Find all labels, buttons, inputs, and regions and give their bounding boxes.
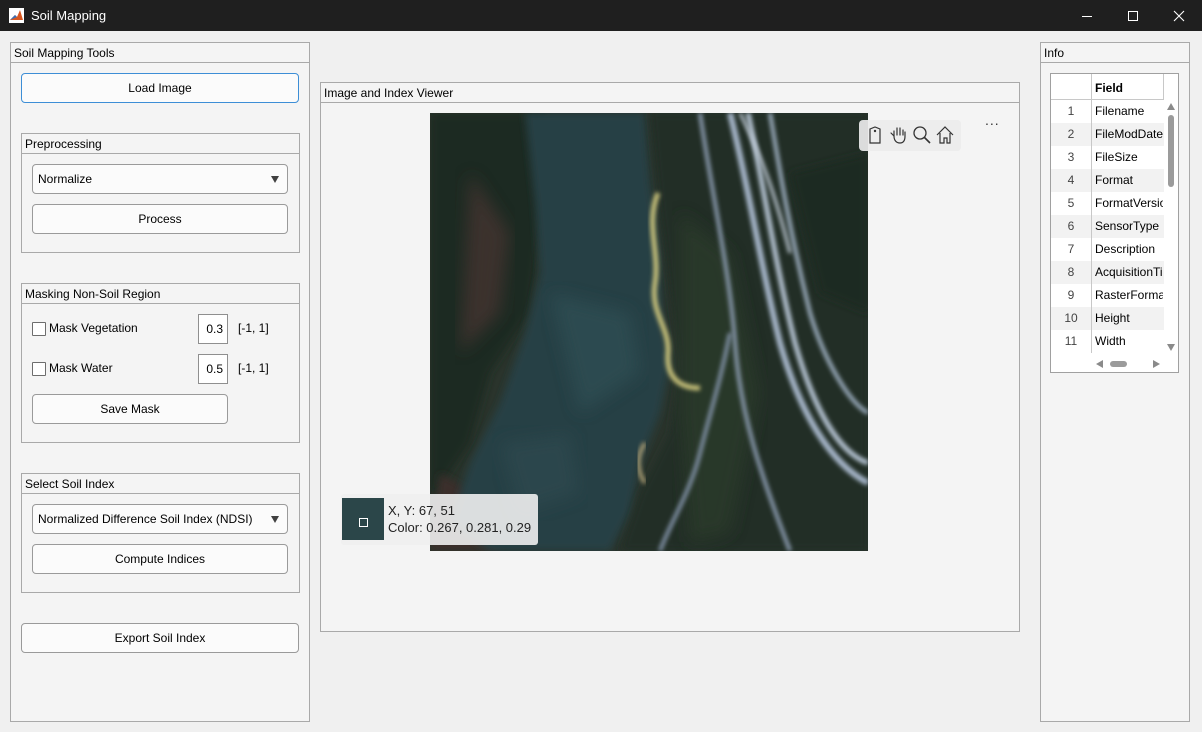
mask-vegetation-label: Mask Vegetation xyxy=(49,321,138,335)
datatip-xy: X, Y: 67, 51 xyxy=(388,503,455,518)
scroll-down-icon[interactable] xyxy=(1167,344,1175,351)
select-soil-index-title: Select Soil Index xyxy=(22,474,299,494)
info-panel-title: Info xyxy=(1041,43,1189,63)
field-column-header[interactable]: Field xyxy=(1092,74,1164,100)
vegetation-range-label: [-1, 1] xyxy=(238,321,269,335)
satellite-image[interactable] xyxy=(430,113,868,551)
field-cell[interactable]: FileModDate xyxy=(1095,123,1163,146)
close-button[interactable] xyxy=(1156,0,1202,31)
table-row[interactable]: 3 FileSize xyxy=(1051,146,1164,169)
field-cell[interactable]: Height xyxy=(1095,307,1163,330)
zoom-icon[interactable] xyxy=(911,124,933,146)
compute-indices-button[interactable]: Compute Indices xyxy=(32,544,288,574)
export-soil-index-button[interactable]: Export Soil Index xyxy=(21,623,299,653)
datatip-color: Color: 0.267, 0.281, 0.29 xyxy=(388,520,532,535)
vertical-scroll-thumb[interactable] xyxy=(1168,115,1174,187)
masking-panel: Masking Non-Soil Region Mask Vegetation … xyxy=(21,283,300,443)
field-cell[interactable]: FileSize xyxy=(1095,146,1163,169)
row-number: 9 xyxy=(1051,284,1092,307)
preprocessing-panel: Preprocessing Normalize Process xyxy=(21,133,300,253)
soil-index-dropdown[interactable]: Normalized Difference Soil Index (NDSI) xyxy=(32,504,288,534)
row-number: 10 xyxy=(1051,307,1092,330)
table-row[interactable]: 7 Description xyxy=(1051,238,1164,261)
maximize-icon xyxy=(1128,10,1138,21)
info-table[interactable]: Field 1 Filename 2 FileModDate 3 FileSize 4 For… xyxy=(1050,73,1179,373)
row-number: 7 xyxy=(1051,238,1092,261)
horizontal-scroll-thumb[interactable] xyxy=(1110,361,1127,367)
tag-icon[interactable] xyxy=(865,124,887,146)
close-icon xyxy=(1173,10,1185,21)
field-cell[interactable]: Filename xyxy=(1095,100,1163,123)
water-range-label: [-1, 1] xyxy=(238,361,269,375)
preprocessing-panel-title: Preprocessing xyxy=(22,134,299,154)
minimize-button[interactable] xyxy=(1064,0,1110,31)
satellite-image-render xyxy=(430,113,868,551)
dropdown-arrow-icon xyxy=(271,516,279,523)
axes-toolbar xyxy=(859,120,961,151)
table-row[interactable]: 2 FileModDate xyxy=(1051,123,1164,146)
water-threshold-field[interactable]: 0.5 xyxy=(198,354,228,384)
preprocessing-method-dropdown[interactable]: Normalize xyxy=(32,164,288,194)
process-button[interactable]: Process xyxy=(32,204,288,234)
field-cell[interactable]: SensorType xyxy=(1095,215,1163,238)
row-number: 11 xyxy=(1051,330,1092,353)
row-number: 1 xyxy=(1051,100,1092,123)
table-row[interactable]: 11 Width xyxy=(1051,330,1164,353)
color-swatch xyxy=(342,498,384,540)
select-soil-index-panel: Select Soil Index Normalized Difference … xyxy=(21,473,300,593)
field-cell[interactable]: Width xyxy=(1095,330,1163,353)
row-number: 2 xyxy=(1051,123,1092,146)
save-mask-button[interactable]: Save Mask xyxy=(32,394,228,424)
soil-index-value: Normalized Difference Soil Index (NDSI) xyxy=(38,512,253,526)
table-row[interactable]: 4 Format xyxy=(1051,169,1164,192)
row-number: 5 xyxy=(1051,192,1092,215)
soil-mapping-tools-panel: Soil Mapping Tools Load Image Preprocess… xyxy=(10,42,310,722)
more-options-button[interactable]: ... xyxy=(985,112,1000,128)
home-icon[interactable] xyxy=(934,124,956,146)
mask-water-checkbox[interactable] xyxy=(32,362,46,376)
field-cell[interactable]: Description xyxy=(1095,238,1163,261)
table-row[interactable]: 1 Filename xyxy=(1051,100,1164,123)
window-title: Soil Mapping xyxy=(31,8,107,23)
pan-hand-icon[interactable] xyxy=(888,124,910,146)
tools-panel-title: Soil Mapping Tools xyxy=(11,43,309,63)
dropdown-arrow-icon xyxy=(271,176,279,183)
table-row[interactable]: 9 RasterFormat xyxy=(1051,284,1164,307)
row-number: 8 xyxy=(1051,261,1092,284)
field-cell[interactable]: AcquisitionTime xyxy=(1095,261,1163,284)
vertical-scrollbar[interactable] xyxy=(1164,100,1178,356)
mask-vegetation-checkbox[interactable] xyxy=(32,322,46,336)
row-number: 4 xyxy=(1051,169,1092,192)
scroll-up-icon[interactable] xyxy=(1167,103,1175,110)
title-bar: Soil Mapping xyxy=(0,0,1202,31)
viewer-panel-title: Image and Index Viewer xyxy=(321,83,1019,103)
table-row[interactable]: 5FormatVersion xyxy=(1051,192,1164,215)
minimize-icon xyxy=(1082,15,1092,17)
datatip-marker-icon xyxy=(359,518,368,527)
field-cell[interactable]: FormatVersion xyxy=(1095,192,1163,215)
table-row[interactable]: 6 SensorType xyxy=(1051,215,1164,238)
data-tip: X, Y: 67, 51 Color: 0.267, 0.281, 0.29 xyxy=(341,494,538,545)
row-number-header xyxy=(1051,74,1092,100)
row-number: 3 xyxy=(1051,146,1092,169)
masking-panel-title: Masking Non-Soil Region xyxy=(22,284,299,304)
field-cell[interactable]: Format xyxy=(1095,169,1163,192)
maximize-button[interactable] xyxy=(1110,0,1156,31)
vegetation-threshold-field[interactable]: 0.3 xyxy=(198,314,228,344)
table-row[interactable]: 8AcquisitionTime xyxy=(1051,261,1164,284)
field-cell[interactable]: RasterFormat xyxy=(1095,284,1163,307)
load-image-button[interactable]: Load Image xyxy=(21,73,299,103)
matlab-app-icon xyxy=(9,8,24,23)
scroll-right-icon[interactable] xyxy=(1153,360,1160,368)
row-number: 6 xyxy=(1051,215,1092,238)
table-row[interactable]: 10 Height xyxy=(1051,307,1164,330)
scroll-left-icon[interactable] xyxy=(1096,360,1103,368)
mask-water-label: Mask Water xyxy=(49,361,113,375)
horizontal-scrollbar[interactable] xyxy=(1092,356,1164,372)
preprocessing-method-value: Normalize xyxy=(38,172,93,186)
